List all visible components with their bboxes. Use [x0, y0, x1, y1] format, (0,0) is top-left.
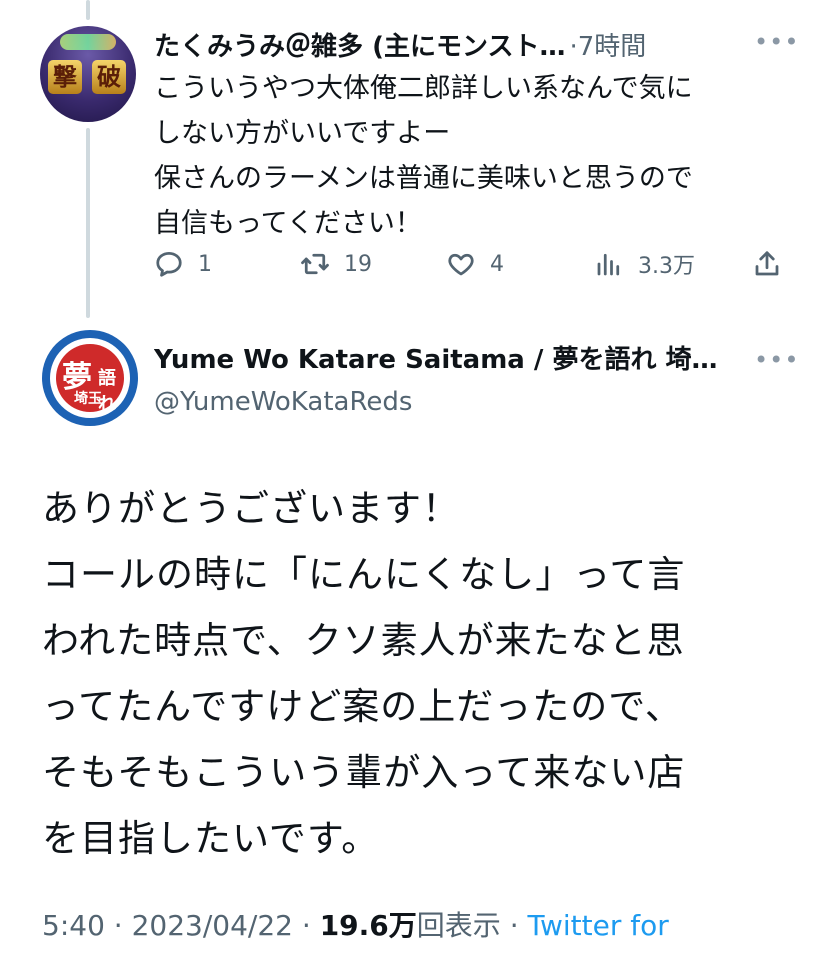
- views-button[interactable]: 3.3万: [594, 244, 695, 284]
- reply-button[interactable]: 1: [154, 244, 212, 284]
- reply-text-line: 自信もってください！: [154, 208, 422, 239]
- tweet-text-line: そもそもこういう輩が入って来ない店: [42, 751, 686, 794]
- meta-separator: ·: [292, 909, 320, 942]
- more-icon[interactable]: •••: [754, 346, 799, 374]
- reply-icon: [156, 252, 182, 277]
- main-tweet-text: ありがとうございます！ コールの時に「にんにくなし」って言 われた時点で、クソ素…: [42, 476, 802, 872]
- share-button[interactable]: [752, 244, 782, 284]
- tweet-text-line: ってたんですけど案の上だったので、: [42, 685, 683, 728]
- tweet-time[interactable]: 5:40: [42, 909, 105, 942]
- tweet-source-link[interactable]: Twitter for: [528, 909, 669, 942]
- reply-author-name[interactable]: たくみうみ＠雑多 (主にモンスト…: [154, 26, 565, 63]
- reply-header: たくみうみ＠雑多 (主にモンスト… ·7時間: [154, 24, 784, 64]
- reply-actions: 1 19 4 3.3万: [154, 244, 794, 284]
- retweet-button[interactable]: 19: [300, 244, 372, 284]
- tweet-date[interactable]: 2023/04/22: [132, 909, 293, 942]
- reply-text-line: こういうやつ大体俺二郎詳しい系なんで気に: [154, 73, 693, 104]
- share-icon: [755, 251, 779, 276]
- tweet-view-label: 回表示: [416, 909, 501, 942]
- reply-timestamp[interactable]: ·7時間: [569, 26, 646, 63]
- avatar-logo: 夢 語れ 埼玉: [56, 344, 124, 415]
- like-icon: [448, 253, 474, 276]
- more-icon[interactable]: •••: [754, 28, 799, 56]
- reply-text-line: しない方がいいですよー: [154, 118, 451, 149]
- like-count: 4: [490, 251, 504, 277]
- tweet-text-line: コールの時に「にんにくなし」って言: [42, 553, 686, 596]
- avatar-char: 破: [92, 60, 126, 94]
- avatar-char: 埼玉: [74, 391, 102, 407]
- main-avatar[interactable]: 夢 語れ 埼玉: [42, 330, 138, 426]
- views-icon: [597, 253, 620, 276]
- retweet-count: 19: [344, 251, 372, 277]
- main-author-name[interactable]: Yume Wo Katare Saitama / 夢を語れ 埼…: [154, 340, 744, 380]
- views-count: 3.3万: [638, 254, 695, 279]
- main-author-handle[interactable]: @YumeWoKataReds: [154, 382, 412, 422]
- meta-separator: ·: [104, 909, 132, 942]
- tweet-meta: 5:40 · 2023/04/22 · 19.6万回表示 · Twitter f…: [42, 904, 669, 948]
- avatar-char: 撃: [48, 60, 82, 94]
- reply-count: 1: [198, 251, 212, 277]
- tweet-text-line: ありがとうございます！: [42, 487, 460, 530]
- tweet-view-count[interactable]: 19.6万: [320, 909, 417, 942]
- retweet-icon: [301, 253, 329, 275]
- meta-separator: ·: [500, 909, 528, 942]
- reply-avatar[interactable]: 撃 破: [40, 26, 136, 122]
- avatar-decoration: [60, 34, 116, 50]
- reply-text: こういうやつ大体俺二郎詳しい系なんで気に しない方がいいですよー 保さんのラーメ…: [154, 66, 794, 246]
- reply-text-line: 保さんのラーメンは普通に美味いと思うので: [154, 163, 693, 194]
- reply-tweet[interactable]: 撃 破 たくみうみ＠雑多 (主にモンスト… ·7時間 ••• こういうやつ大体俺…: [0, 0, 828, 310]
- tweet-text-line: われた時点で、クソ素人が来たなと思: [42, 619, 685, 662]
- tweet-text-line: を目指したいです。: [42, 817, 380, 860]
- like-button[interactable]: 4: [446, 244, 504, 284]
